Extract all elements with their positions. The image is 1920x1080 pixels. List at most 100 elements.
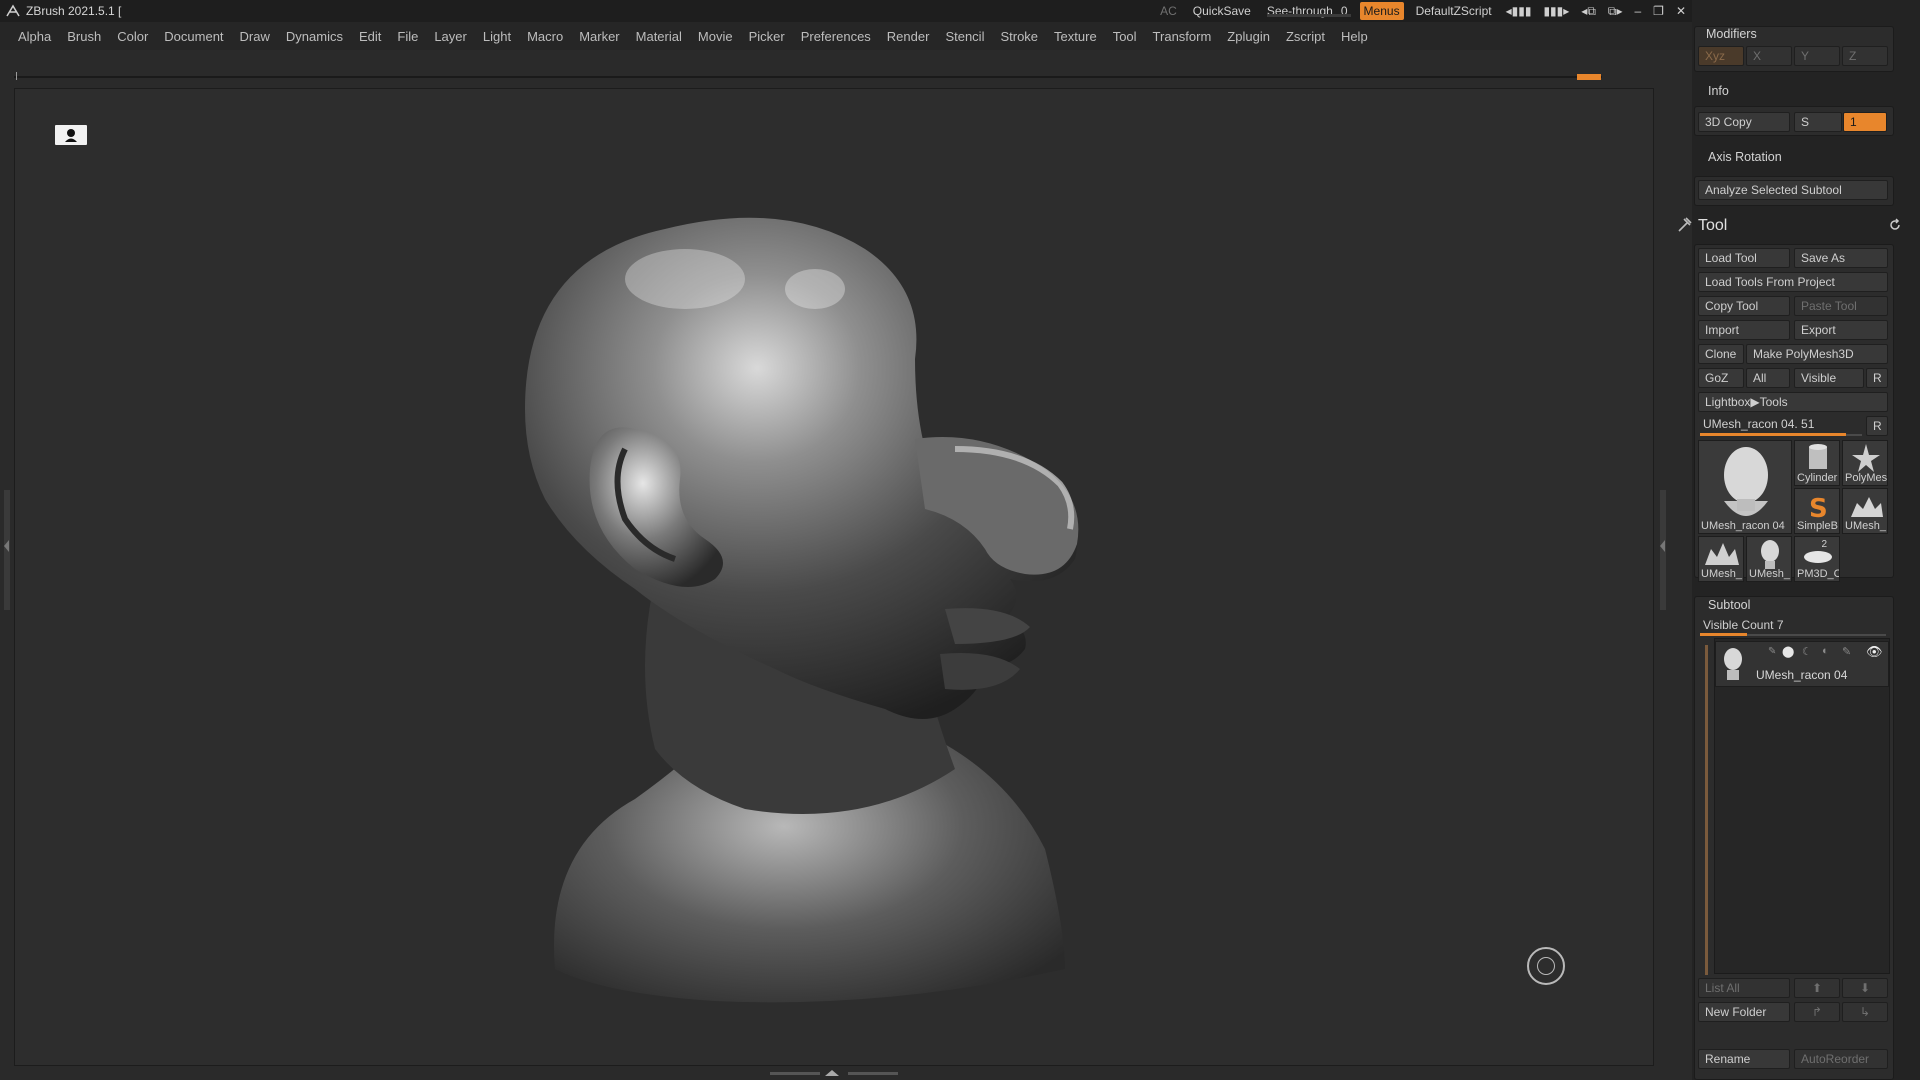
- subtool-moon-icon[interactable]: ☾: [1802, 645, 1812, 658]
- menu-dynamics[interactable]: Dynamics: [278, 29, 351, 44]
- s-value-input[interactable]: 1: [1843, 112, 1887, 132]
- maximize-icon[interactable]: ❐: [1647, 4, 1670, 18]
- timeline-track[interactable]: [14, 76, 1602, 78]
- axis-z-button[interactable]: Z: [1842, 46, 1888, 66]
- menu-file[interactable]: File: [389, 29, 426, 44]
- menu-tool[interactable]: Tool: [1105, 29, 1145, 44]
- goz-r-button[interactable]: R: [1866, 368, 1888, 388]
- menu-draw[interactable]: Draw: [232, 29, 278, 44]
- menu-material[interactable]: Material: [628, 29, 690, 44]
- tool-thumb-cylinder[interactable]: Cylinder: [1794, 440, 1840, 486]
- move-into-folder-icon[interactable]: ↱: [1794, 1002, 1840, 1022]
- menu-picker[interactable]: Picker: [741, 29, 793, 44]
- goz-visible-button[interactable]: Visible: [1794, 368, 1864, 388]
- menu-marker[interactable]: Marker: [571, 29, 627, 44]
- minimize-icon[interactable]: –: [1628, 4, 1647, 18]
- tool-refresh-icon[interactable]: [1888, 218, 1902, 232]
- goz-all-button[interactable]: All: [1746, 368, 1790, 388]
- goz-button[interactable]: GoZ: [1698, 368, 1744, 388]
- export-button[interactable]: Export: [1794, 320, 1888, 340]
- menu-document[interactable]: Document: [156, 29, 231, 44]
- menu-zplugin[interactable]: Zplugin: [1219, 29, 1278, 44]
- subtool-item[interactable]: UMesh_racon 04 ✎ ⬤ ☾ ◐ ✎ 👁: [1715, 641, 1889, 687]
- tool-thumb-label: SimpleB: [1797, 520, 1838, 532]
- rename-button[interactable]: Rename: [1698, 1049, 1790, 1069]
- tool-thumb-pm3d[interactable]: 2 PM3D_C: [1794, 536, 1840, 582]
- subtool-scrollbar[interactable]: [1705, 645, 1708, 975]
- lightbox-tools-button[interactable]: Lightbox▶Tools: [1698, 392, 1888, 412]
- list-all-button[interactable]: List All: [1698, 978, 1790, 998]
- menu-stencil[interactable]: Stencil: [937, 29, 992, 44]
- make-polymesh3d-button[interactable]: Make PolyMesh3D: [1746, 344, 1888, 364]
- subtool-list[interactable]: UMesh_racon 04 ✎ ⬤ ☾ ◐ ✎ 👁: [1705, 638, 1890, 975]
- right-tray-arrow-icon[interactable]: [1660, 540, 1665, 552]
- analyze-selected-subtool-button[interactable]: Analyze Selected Subtool: [1698, 180, 1888, 200]
- load-tools-from-project-button[interactable]: Load Tools From Project: [1698, 272, 1888, 292]
- copy-3d-button[interactable]: 3D Copy: [1698, 112, 1790, 132]
- menu-edit[interactable]: Edit: [351, 29, 389, 44]
- subtool-polypaint-icon[interactable]: ✎: [1842, 645, 1851, 658]
- window-cycle-icon[interactable]: ◂⧉: [1575, 4, 1602, 19]
- navigation-gyro-icon[interactable]: [1527, 947, 1565, 985]
- layout-arrow-right-icon[interactable]: ▮▮▮▸: [1537, 4, 1575, 18]
- close-icon[interactable]: ✕: [1670, 4, 1692, 18]
- current-tool-r-button[interactable]: R: [1866, 416, 1888, 436]
- axis-xyz-button[interactable]: Xyz: [1698, 46, 1744, 66]
- menu-alpha[interactable]: Alpha: [10, 29, 59, 44]
- clone-button[interactable]: Clone: [1698, 344, 1744, 364]
- load-tool-button[interactable]: Load Tool: [1698, 248, 1790, 268]
- menu-transform[interactable]: Transform: [1145, 29, 1220, 44]
- floor-grid-icon[interactable]: [55, 125, 87, 145]
- subtool-dynamic-icon[interactable]: ◐: [1822, 645, 1829, 657]
- default-zscript-button[interactable]: DefaultZScript: [1408, 4, 1500, 18]
- autoreorder-button[interactable]: AutoReorder: [1794, 1049, 1888, 1069]
- copy-tool-button[interactable]: Copy Tool: [1698, 296, 1790, 316]
- quicksave-button[interactable]: QuickSave: [1185, 4, 1259, 18]
- save-as-button[interactable]: Save As: [1794, 248, 1888, 268]
- menu-layer[interactable]: Layer: [426, 29, 475, 44]
- import-button[interactable]: Import: [1698, 320, 1790, 340]
- menu-movie[interactable]: Movie: [690, 29, 741, 44]
- bottom-tray-handle[interactable]: [770, 1068, 900, 1078]
- menu-help[interactable]: Help: [1333, 29, 1376, 44]
- tool-thumb-simplebrush[interactable]: S SimpleB: [1794, 488, 1840, 534]
- axis-y-button[interactable]: Y: [1794, 46, 1840, 66]
- menu-macro[interactable]: Macro: [519, 29, 571, 44]
- axis-x-button[interactable]: X: [1746, 46, 1792, 66]
- window-restore-layout-icon[interactable]: ⧉▸: [1602, 4, 1629, 19]
- menu-preferences[interactable]: Preferences: [793, 29, 879, 44]
- paste-tool-button[interactable]: Paste Tool: [1794, 296, 1888, 316]
- ac-button[interactable]: AC: [1152, 4, 1185, 18]
- menu-brush[interactable]: Brush: [59, 29, 109, 44]
- tool-thumb-umesh-2[interactable]: UMesh_: [1842, 488, 1888, 534]
- see-through-track: [1266, 14, 1351, 17]
- layout-arrow-left-icon[interactable]: ◂▮▮▮: [1500, 4, 1538, 18]
- move-up-icon[interactable]: ⬆: [1794, 978, 1840, 998]
- menu-color[interactable]: Color: [109, 29, 156, 44]
- move-down-icon[interactable]: ⬇: [1842, 978, 1888, 998]
- menu-zscript[interactable]: Zscript: [1278, 29, 1333, 44]
- sculpted-head-model[interactable]: [485, 149, 1245, 1029]
- menus-toggle[interactable]: Menus: [1359, 2, 1404, 20]
- axis-rotation-title: Axis Rotation: [1708, 150, 1782, 164]
- menu-light[interactable]: Light: [475, 29, 519, 44]
- visible-count-label: Visible Count 7: [1703, 618, 1784, 632]
- tool-thumb-umesh-3[interactable]: UMesh_: [1698, 536, 1744, 582]
- tool-thumb-umesh-racon[interactable]: UMesh_racon 04: [1698, 440, 1792, 534]
- timeline-marker[interactable]: [1577, 74, 1601, 80]
- left-tray-arrow-icon[interactable]: [4, 540, 9, 552]
- zbrush-logo-icon: [4, 2, 22, 20]
- subtool-toggle-icon[interactable]: ⬤: [1782, 645, 1794, 658]
- see-through-slider[interactable]: See-through 0: [1259, 4, 1356, 18]
- document-canvas[interactable]: [14, 88, 1654, 1066]
- menu-render[interactable]: Render: [879, 29, 938, 44]
- subtool-brush-icon[interactable]: ✎: [1768, 646, 1776, 657]
- tool-thumb-umesh-4[interactable]: UMesh_: [1746, 536, 1792, 582]
- tool-thumb-polymesh[interactable]: PolyMes: [1842, 440, 1888, 486]
- move-out-folder-icon[interactable]: ↳: [1842, 1002, 1888, 1022]
- subtool-item-name: UMesh_racon 04: [1756, 668, 1848, 682]
- menu-texture[interactable]: Texture: [1046, 29, 1105, 44]
- menu-stroke[interactable]: Stroke: [992, 29, 1046, 44]
- new-folder-button[interactable]: New Folder: [1698, 1002, 1790, 1022]
- subtool-eye-icon[interactable]: 👁: [1866, 644, 1883, 660]
